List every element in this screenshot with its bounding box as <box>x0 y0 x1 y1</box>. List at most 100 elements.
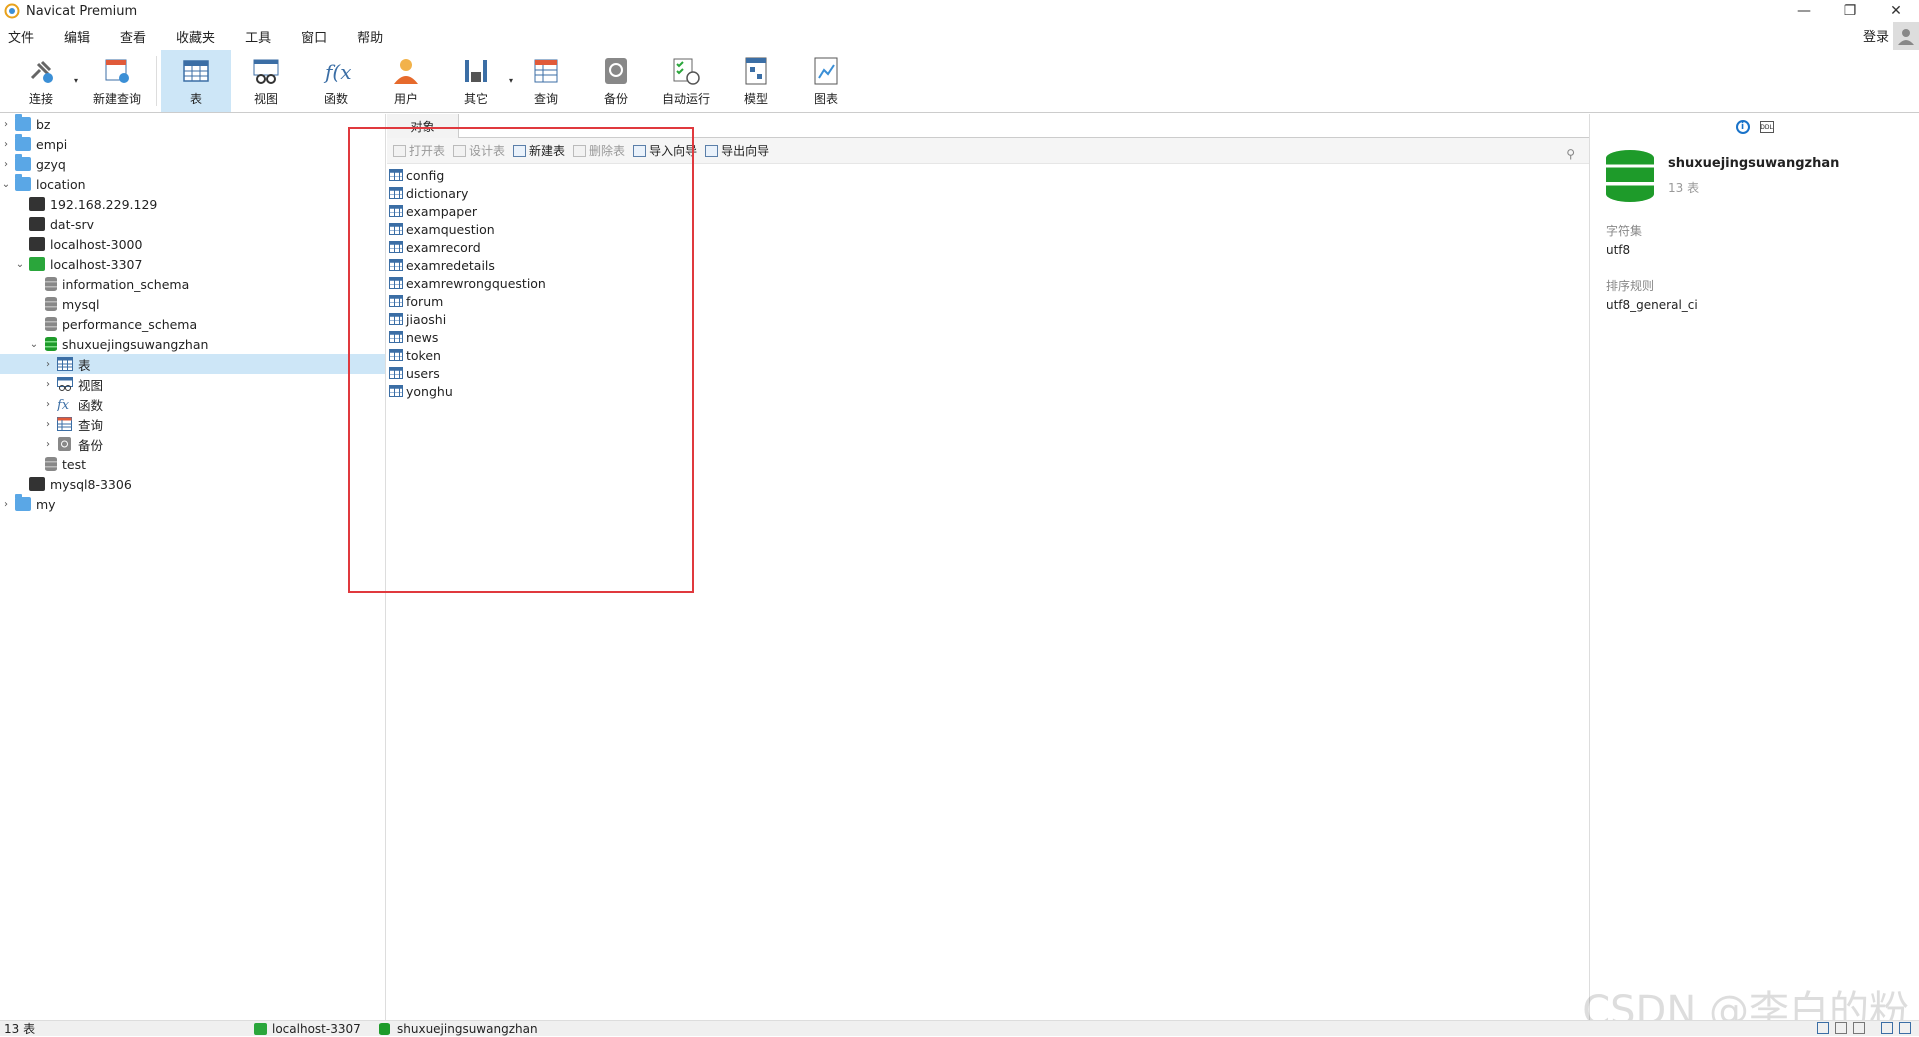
chevron-right-icon[interactable]: › <box>0 159 12 170</box>
status-connection: localhost-3307 <box>272 1021 361 1036</box>
info-icon[interactable]: i <box>1735 120 1750 134</box>
avatar[interactable] <box>1893 22 1919 50</box>
tree-item-label: my <box>36 496 56 512</box>
ddl-icon[interactable]: DDL <box>1759 121 1774 133</box>
toolbar-label: 查询 <box>533 91 558 106</box>
tree-item-label: 视图 <box>78 377 104 393</box>
tree-item-label: information_schema <box>62 276 190 292</box>
tree-item[interactable]: › 查询 <box>0 414 385 434</box>
table-icon <box>181 56 211 86</box>
menu-item-4[interactable]: 工具 <box>237 27 283 46</box>
toolbar-button-6[interactable]: 其它 ▾ <box>441 50 513 112</box>
view-detail-icon[interactable] <box>1835 1022 1847 1034</box>
info-toggle-icon[interactable] <box>1899 1022 1911 1034</box>
toolbar-button-5[interactable]: 用户 <box>371 50 441 112</box>
tree-item-label: mysql8-3306 <box>50 476 132 492</box>
object-toolbar-button-5[interactable]: 导出向导 <box>705 142 769 159</box>
minimize-button[interactable]: — <box>1781 0 1827 22</box>
chevron-right-icon[interactable]: › <box>42 359 54 370</box>
toolbar-button-10[interactable]: 模型 <box>721 50 791 112</box>
toolbar-button-9[interactable]: 自动运行 <box>651 50 721 112</box>
tree-item[interactable]: test <box>0 454 385 474</box>
connection-icon <box>29 477 45 491</box>
menu-item-5[interactable]: 窗口 <box>293 27 339 46</box>
user-avatar-icon <box>1898 29 1914 45</box>
model-icon <box>741 56 771 86</box>
menu-item-2[interactable]: 查看 <box>112 27 158 46</box>
tree-item-label: localhost-3000 <box>50 236 143 252</box>
tree-item[interactable]: mysql8-3306 <box>0 474 385 494</box>
chevron-down-icon[interactable]: ⌄ <box>0 179 12 190</box>
tree-item[interactable]: › 视图 <box>0 374 385 394</box>
tables-icon <box>57 357 73 371</box>
toolbar-button-2[interactable]: 表 <box>161 50 231 112</box>
tree-item-label: 表 <box>78 357 91 373</box>
collation-value: utf8_general_ci <box>1606 298 1698 312</box>
tree-item[interactable]: › my <box>0 494 385 514</box>
status-count: 13 表 <box>4 1022 36 1036</box>
tree-item-label: 备份 <box>78 437 104 453</box>
database-open-icon <box>45 337 57 351</box>
view-list-icon[interactable] <box>1817 1022 1829 1034</box>
connection-active-icon <box>29 257 45 271</box>
table-count: 13 表 <box>1668 181 1700 195</box>
tree-item[interactable]: › fx 函数 <box>0 394 385 414</box>
tree-item-label: location <box>36 176 86 192</box>
chevron-down-icon[interactable]: ⌄ <box>28 339 40 350</box>
tree-item[interactable]: mysql <box>0 294 385 314</box>
view-icon <box>251 56 281 86</box>
tree-item[interactable]: › 表 <box>0 354 385 374</box>
chevron-down-icon[interactable]: ⌄ <box>14 259 26 270</box>
tree-item[interactable]: performance_schema <box>0 314 385 334</box>
connection-icon <box>254 1022 267 1035</box>
main-toolbar: 连接 ▾ 新建查询 表 视图 f(x) 函数 用户 其它▾ 查询 备份 自动运行 模型 图表 <box>0 50 1919 113</box>
object-toolbar-label: 导出向导 <box>721 144 770 158</box>
dropdown-arrow-icon[interactable]: ▾ <box>74 76 78 85</box>
login-link[interactable]: 登录 <box>1863 26 1889 45</box>
new-query-icon <box>102 56 132 86</box>
tree-item-label: mysql <box>62 296 100 312</box>
chevron-right-icon[interactable]: › <box>42 439 54 450</box>
panel-toggle-icon[interactable] <box>1881 1022 1893 1034</box>
toolbar-label: 图表 <box>813 91 838 106</box>
toolbar-label: 连接 <box>28 91 53 106</box>
search-icon[interactable]: ⚲ <box>1566 147 1575 161</box>
folder-icon <box>15 114 31 131</box>
tree-item[interactable]: › bz <box>0 114 385 134</box>
tree-item[interactable]: ⌄ location <box>0 174 385 194</box>
tree-item[interactable]: information_schema <box>0 274 385 294</box>
menu-item-6[interactable]: 帮助 <box>349 27 395 46</box>
funcs-icon: fx <box>56 397 73 413</box>
tree-item[interactable]: dat-srv <box>0 214 385 234</box>
chevron-right-icon[interactable]: › <box>42 379 54 390</box>
tree-item[interactable]: › 备份 <box>0 434 385 454</box>
close-button[interactable]: ✕ <box>1873 0 1919 22</box>
tree-item[interactable]: › gzyq <box>0 154 385 174</box>
toolbar-button-11[interactable]: 图表 <box>791 50 861 112</box>
chevron-right-icon[interactable]: › <box>42 419 54 430</box>
tree-item[interactable]: 192.168.229.129 <box>0 194 385 214</box>
menu-item-0[interactable]: 文件 <box>0 27 46 46</box>
tree-item-label: shuxuejingsuwangzhan <box>62 336 209 352</box>
toolbar-button-0[interactable]: 连接 ▾ <box>6 50 78 112</box>
toolbar-button-7[interactable]: 查询 <box>511 50 581 112</box>
menu-item-1[interactable]: 编辑 <box>56 27 102 46</box>
chevron-right-icon[interactable]: › <box>42 399 54 410</box>
tree-item[interactable]: ⌄ localhost-3307 <box>0 254 385 274</box>
menu-item-3[interactable]: 收藏夹 <box>168 27 227 46</box>
toolbar-button-3[interactable]: 视图 <box>231 50 301 112</box>
query-icon <box>531 56 561 86</box>
tree-item[interactable]: ⌄ shuxuejingsuwangzhan <box>0 334 385 354</box>
restore-button[interactable]: ❐ <box>1827 0 1873 22</box>
chevron-right-icon[interactable]: › <box>0 139 12 150</box>
tree-item[interactable]: › empi <box>0 134 385 154</box>
chevron-right-icon[interactable]: › <box>0 499 12 510</box>
toolbar-button-4[interactable]: f(x) 函数 <box>301 50 371 112</box>
view-er-icon[interactable] <box>1853 1022 1865 1034</box>
toolbar-button-8[interactable]: 备份 <box>581 50 651 112</box>
tree-item[interactable]: localhost-3000 <box>0 234 385 254</box>
info-panel: i DDL shuxuejingsuwangzhan 13 表 字符集 utf8… <box>1589 114 1919 1020</box>
toolbar-button-1[interactable]: 新建查询 <box>82 50 152 112</box>
chevron-right-icon[interactable]: › <box>0 119 12 130</box>
connection-tree[interactable]: › bz › empi › gzyq ⌄ location 192.168.229.129 dat… <box>0 114 386 1020</box>
